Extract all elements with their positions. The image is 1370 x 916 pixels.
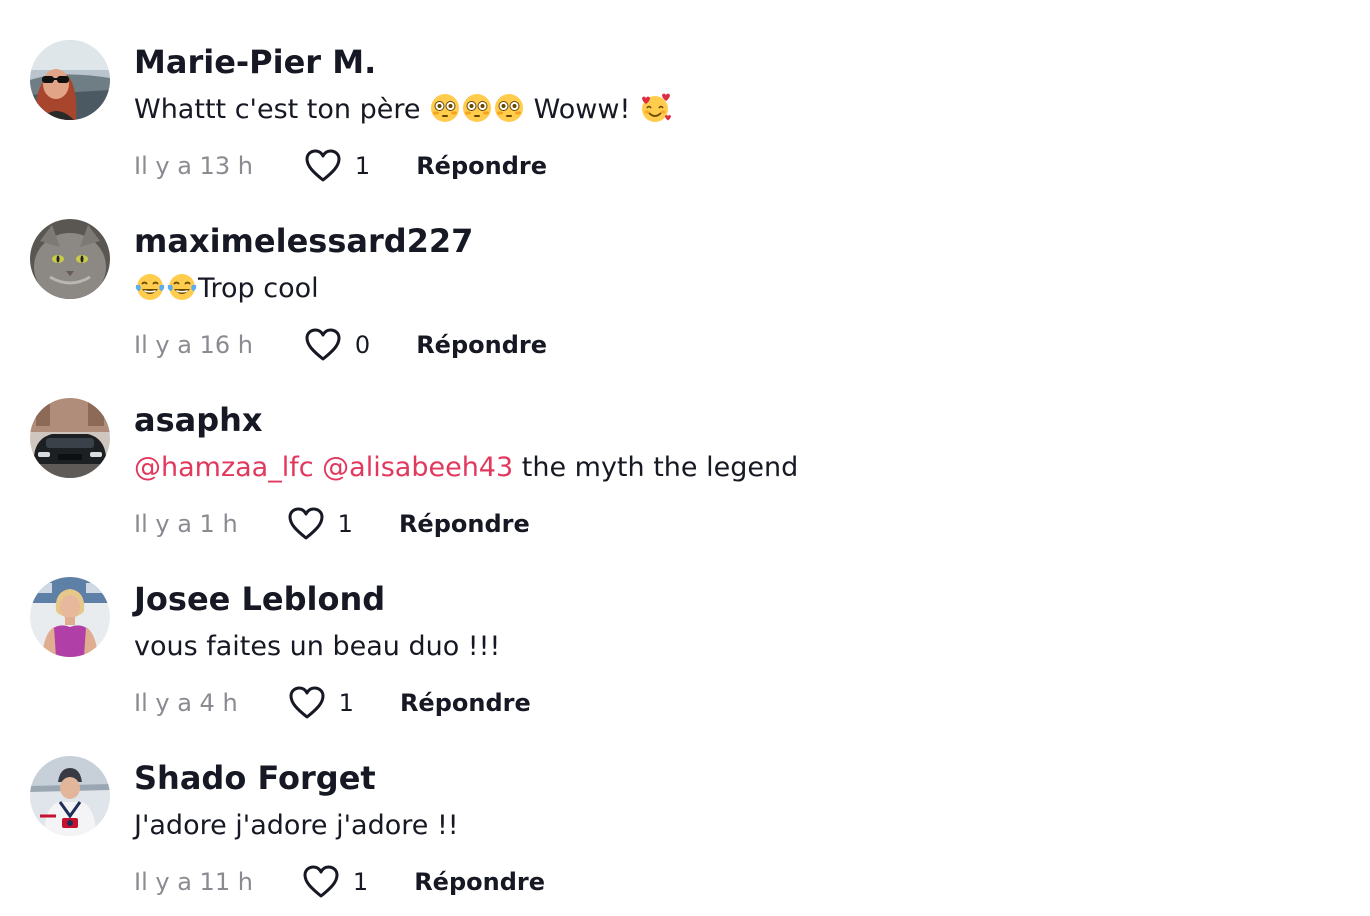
comment-username[interactable]: Josee Leblond bbox=[134, 575, 385, 623]
reply-button[interactable]: Répondre bbox=[400, 689, 531, 717]
avatar[interactable] bbox=[30, 219, 110, 299]
comment-item: Josee Leblond vous faites un beau duo !!… bbox=[0, 537, 1370, 719]
avatar[interactable] bbox=[30, 577, 110, 657]
comment-timestamp: Il y a 13 h bbox=[134, 152, 253, 180]
avatar-image bbox=[30, 577, 110, 657]
like-count: 1 bbox=[338, 689, 354, 717]
mention-link[interactable]: @hamzaa_lfc bbox=[134, 452, 314, 483]
like-count: 0 bbox=[354, 331, 371, 359]
comment-item: Shado Forget J'adore j'adore j'adore !! … bbox=[0, 716, 1370, 898]
heart-outline-icon bbox=[303, 865, 339, 898]
comment-meta: Il y a 11 h 1 Répondre bbox=[134, 864, 545, 900]
comment-text-part: vous faites un beau duo !!! bbox=[134, 631, 501, 662]
reply-button[interactable]: Répondre bbox=[399, 510, 530, 538]
reply-button[interactable]: Répondre bbox=[416, 331, 547, 359]
smiling-face-with-hearts-emoji-icon bbox=[639, 92, 671, 124]
comment-item: maximelessard227 Trop cool Il y a 16 h 0… bbox=[0, 179, 1370, 361]
avatar-image bbox=[30, 219, 110, 299]
comment-username[interactable]: Shado Forget bbox=[134, 754, 376, 802]
comment-text: @hamzaa_lfc @alisabeeh43 the myth the le… bbox=[134, 446, 798, 490]
like-count: 1 bbox=[337, 510, 353, 538]
avatar-image bbox=[30, 40, 110, 120]
like-count: 1 bbox=[352, 868, 369, 896]
comment-timestamp: Il y a 4 h bbox=[134, 689, 238, 717]
avatar-image bbox=[30, 756, 110, 836]
comment-item: asaphx @hamzaa_lfc @alisabeeh43 the myth… bbox=[0, 358, 1370, 540]
avatar[interactable] bbox=[30, 398, 110, 478]
comment-username[interactable]: Marie-Pier M. bbox=[134, 38, 376, 86]
comment-username[interactable]: maximelessard227 bbox=[134, 217, 473, 265]
like-count: 1 bbox=[354, 152, 371, 180]
comment-list: Marie-Pier M. Whattt c'est ton père Woww… bbox=[0, 0, 1370, 916]
comment-text: Whattt c'est ton père Woww! bbox=[134, 88, 671, 132]
flushed-face-emoji-icon bbox=[461, 92, 493, 124]
comment-text: Trop cool bbox=[134, 267, 319, 311]
comment-text-part: Whattt c'est ton père bbox=[134, 94, 430, 125]
like-button[interactable]: 1 bbox=[301, 864, 368, 900]
comment-timestamp: Il y a 16 h bbox=[134, 331, 253, 359]
comment-timestamp: Il y a 1 h bbox=[134, 510, 238, 538]
reply-button[interactable]: Répondre bbox=[416, 152, 547, 180]
avatar[interactable] bbox=[30, 40, 110, 120]
mention-link[interactable]: @alisabeeh43 bbox=[322, 452, 513, 483]
face-with-tears-of-joy-emoji-icon bbox=[166, 271, 198, 303]
avatar[interactable] bbox=[30, 756, 110, 836]
comment-text-part: J'adore j'adore j'adore !! bbox=[134, 810, 459, 841]
comment-text-part: Woww! bbox=[525, 94, 639, 125]
comment-text: vous faites un beau duo !!! bbox=[134, 625, 500, 669]
comment-timestamp: Il y a 11 h bbox=[134, 868, 253, 896]
comment-text-part: the myth the legend bbox=[513, 452, 799, 483]
flushed-face-emoji-icon bbox=[429, 92, 461, 124]
comment-username[interactable]: asaphx bbox=[134, 396, 263, 444]
face-with-tears-of-joy-emoji-icon bbox=[134, 271, 166, 303]
avatar-image bbox=[30, 398, 110, 478]
comment-item: Marie-Pier M. Whattt c'est ton père Woww… bbox=[0, 0, 1370, 182]
comment-text-part: Trop cool bbox=[198, 273, 319, 304]
flushed-face-emoji-icon bbox=[493, 92, 525, 124]
reply-button[interactable]: Répondre bbox=[414, 868, 545, 896]
comment-text: J'adore j'adore j'adore !! bbox=[134, 804, 459, 848]
